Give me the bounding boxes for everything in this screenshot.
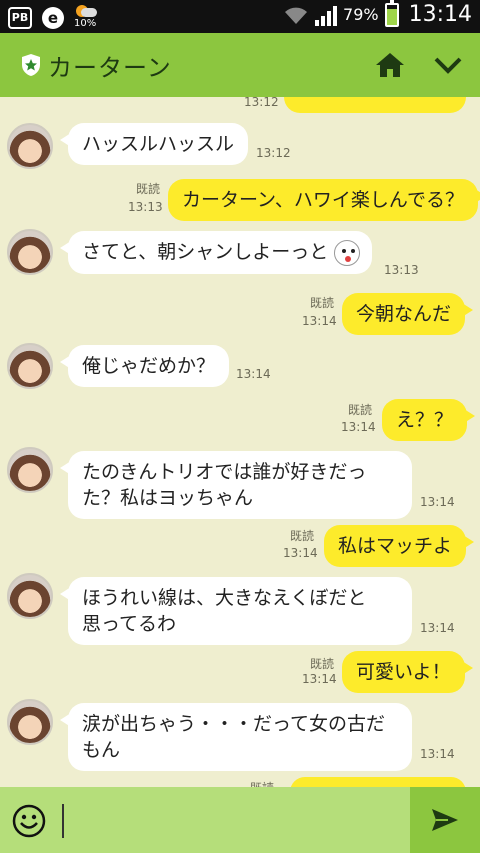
bunny-face-icon [334, 239, 361, 266]
read-receipt: 既読 [348, 403, 373, 417]
message-bubble-outgoing[interactable] [290, 777, 466, 787]
message-bubble-outgoing[interactable]: え？？ [382, 399, 476, 441]
read-receipt: 既読 [310, 657, 335, 671]
message-bubble-incoming[interactable]: ハッスルハッスル [59, 123, 249, 165]
message-text-line: もん [82, 739, 121, 761]
chat-header: カーターン [0, 33, 480, 97]
message-bubble-incoming[interactable]: 俺じゃだめか？ [59, 345, 230, 387]
send-arrow-icon [432, 809, 458, 831]
shield-star-icon [22, 54, 40, 76]
status-bar: PB e 10% 79% 13:14 [0, 0, 480, 33]
message-bubble-outgoing[interactable]: 今朝なんだ [342, 293, 474, 335]
smiley-icon[interactable] [12, 804, 46, 838]
message-time: 13:14 [420, 495, 455, 509]
message-time: 13:14 [420, 747, 455, 761]
message-time: 13:14 [283, 546, 318, 560]
read-receipt: 既読 [290, 529, 315, 543]
message-text-line: 涙が出ちゃう・・・だって女の古だ [82, 713, 386, 735]
message-time: 13:14 [236, 367, 271, 381]
message-input[interactable] [62, 804, 64, 838]
message-text-line: ほうれい線は、大きなえくぼだと [82, 587, 367, 609]
message-text-line: 思ってるわ [82, 613, 177, 635]
read-receipt: 既読 [310, 296, 335, 310]
message-time: 13:14 [420, 621, 455, 635]
clock: 13:14 [408, 2, 472, 27]
battery-icon [384, 0, 399, 27]
battery-percent: 79% [343, 5, 379, 24]
message-bubble-outgoing[interactable] [284, 97, 474, 113]
message-bubble-outgoing[interactable]: 私はマッチよ [324, 525, 475, 567]
message-time: 13:13 [384, 263, 419, 277]
message-time: 13:13 [128, 200, 163, 214]
message-bubble-incoming[interactable]: 涙が出ちゃう・・・だって女の古だ もん [60, 703, 412, 771]
read-receipt: 既読 [250, 779, 274, 787]
message-time: 13:14 [341, 420, 376, 434]
weather-percent: 10% [74, 18, 97, 29]
chat-title: カーターン [48, 54, 172, 82]
notification-icon: PB [8, 7, 32, 29]
message-text: さてと、朝シャンしよーっと [82, 241, 329, 263]
signal-icon [315, 4, 338, 26]
message-bubble-outgoing[interactable]: 可愛いよ！ [342, 651, 473, 693]
home-icon[interactable] [374, 49, 406, 81]
message-text-line: た？私はヨッちゃん [82, 487, 254, 509]
message-list[interactable]: 13:12 ハッスルハッスル 13:12 既読 13:13 カーターン、ハワイ楽… [0, 97, 480, 787]
message-time: 13:12 [244, 97, 279, 109]
avatar[interactable] [7, 123, 53, 169]
message-text-line: たのきんトリオでは誰が好きだっ [82, 461, 367, 483]
message-time: 13:12 [256, 146, 291, 160]
wifi-icon [285, 7, 308, 24]
browser-e-icon: e [42, 7, 64, 29]
avatar[interactable] [7, 699, 53, 745]
avatar[interactable] [7, 229, 53, 275]
message-time: 13:14 [302, 672, 337, 686]
read-receipt: 既読 [136, 182, 161, 196]
message-bubble-incoming[interactable]: さてと、朝シャンしよーっと [59, 231, 373, 274]
chevron-down-icon[interactable] [432, 49, 464, 81]
message-bubble-outgoing[interactable]: カーターン、ハワイ楽しんでる？ [168, 179, 480, 221]
message-bubble-incoming[interactable]: たのきんトリオでは誰が好きだっ た？私はヨッちゃん [60, 451, 412, 519]
message-input-bar [0, 787, 480, 853]
message-bubble-incoming[interactable]: ほうれい線は、大きなえくぼだと 思ってるわ [60, 577, 412, 645]
message-time: 13:14 [302, 314, 337, 328]
avatar[interactable] [7, 343, 53, 389]
avatar[interactable] [7, 447, 53, 493]
send-button[interactable] [410, 787, 480, 853]
weather-icon: 10% [74, 5, 100, 31]
avatar[interactable] [7, 573, 53, 619]
